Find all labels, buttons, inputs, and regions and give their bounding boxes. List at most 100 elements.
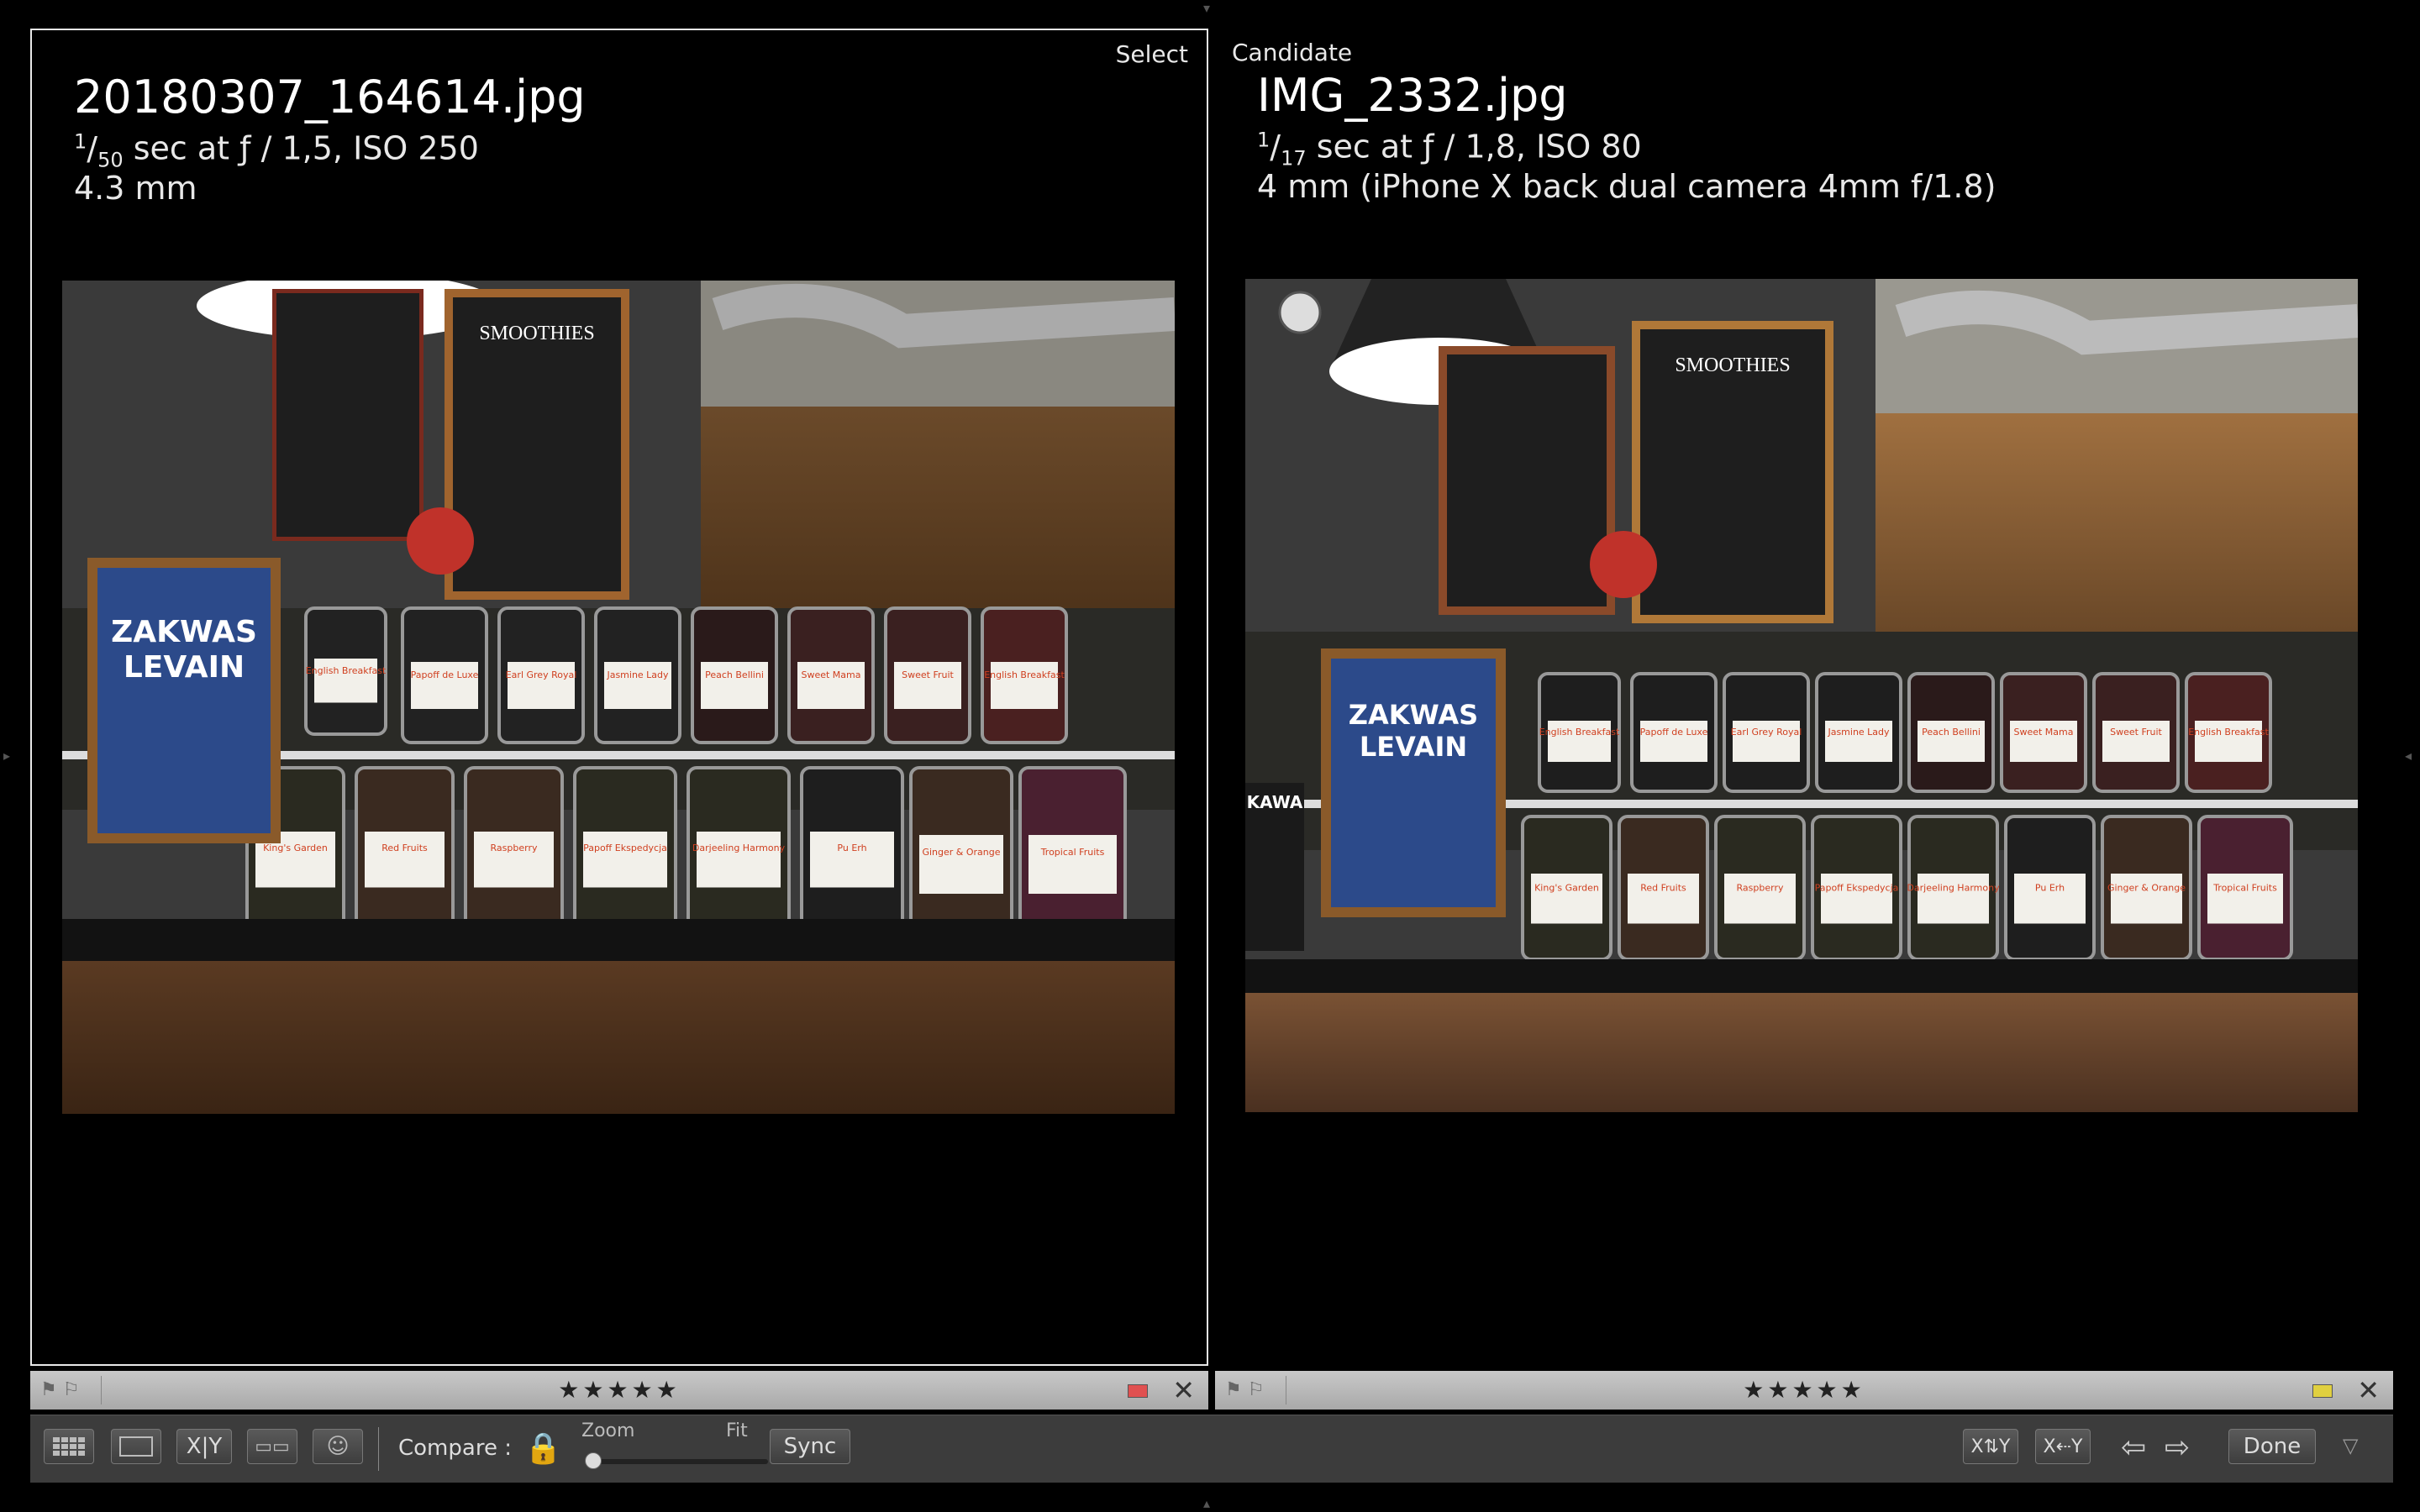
candidate-close-icon[interactable]: ✕ [2357, 1374, 2380, 1406]
candidate-role-label: Candidate [1232, 39, 1353, 66]
jar-label-bg [1028, 835, 1117, 894]
swap-icon: X⇅Y [1970, 1436, 2011, 1457]
jar-label-text: Papoff de Luxe [411, 669, 479, 680]
lock-icon[interactable]: 🔒 [524, 1431, 562, 1466]
jar-label-bg [365, 832, 445, 888]
select-status-divider [101, 1376, 102, 1404]
select-exposure-den: 50 [97, 148, 124, 172]
left-menu-title: SMOOTHIES [479, 323, 594, 344]
jar-label-bg [583, 832, 667, 888]
select-focal-length: 4.3 mm [74, 170, 197, 207]
zoom-slider-knob[interactable] [585, 1452, 602, 1469]
jar-label-text: English Breakfast [1539, 727, 1620, 738]
grid-view-button[interactable] [44, 1429, 94, 1464]
right-menu-title: SMOOTHIES [1675, 354, 1790, 376]
right-sign-title: ZAKWAS [1349, 699, 1478, 731]
fit-label: Fit [726, 1420, 748, 1441]
candidate-photo-image: SMOOTHIES English Breakfast Papoff de Lux… [1245, 279, 2358, 1112]
jar-label-text: Peach Bellini [1922, 727, 1981, 738]
select-status-bar: ⚑ ⚐ ★★★★★ ✕ [30, 1371, 1208, 1410]
jar-label-text: Sweet Fruit [902, 669, 954, 680]
next-arrow-icon[interactable]: ⇨ [2165, 1431, 2190, 1465]
candidate-exposure-den: 17 [1281, 146, 1307, 171]
candidate-focal-length: 4 mm (iPhone X back dual camera 4mm f/1.… [1257, 168, 1996, 205]
candidate-color-label[interactable] [2312, 1384, 2333, 1398]
jar-label-text: Pu Erh [2035, 882, 2065, 893]
top-panel-toggle-icon[interactable]: ▾ [1203, 0, 1210, 16]
select-exposure: 1/50 sec at ƒ / 1,5, ISO 250 [74, 129, 479, 172]
jar-label-bg [2014, 874, 2086, 924]
select-color-label[interactable] [1128, 1384, 1148, 1398]
jar-label-text: Raspberry [491, 843, 538, 853]
previous-arrow-icon[interactable]: ⇦ [2121, 1431, 2146, 1465]
jar-label-text: Papoff de Luxe [1640, 727, 1708, 738]
bottom-toolbar: X|Y ▭▭ ☺ Compare : 🔒 Zoom Fit Sync X⇅Y X… [30, 1415, 2393, 1483]
jar-label-text: English Breakfast [306, 665, 387, 676]
right-menu-board-1 [1447, 354, 1607, 606]
loupe-view-button[interactable] [111, 1429, 161, 1464]
jar-label-text: Sweet Mama [801, 669, 860, 680]
compare-view-button[interactable]: X|Y [176, 1429, 232, 1464]
candidate-status-bar: ⚑ ⚐ ★★★★★ ✕ [1215, 1371, 2393, 1410]
done-button[interactable]: Done [2228, 1429, 2316, 1464]
left-panel-toggle-icon[interactable]: ▸ [3, 748, 10, 764]
select-photo[interactable]: SMOOTHIES English Breakfast Papoff de Lux… [62, 281, 1175, 1114]
right-sign-subtitle: LEVAIN [1360, 731, 1467, 763]
select-pane[interactable]: Select 20180307_164614.jpg 1/50 sec at ƒ… [30, 29, 1208, 1366]
jar-label-text: Sweet Fruit [2110, 727, 2162, 738]
jar-label-text: Tropical Fruits [1040, 847, 1105, 858]
jar-label-text: Peach Bellini [705, 669, 764, 680]
select-star-rating[interactable]: ★★★★★ [558, 1376, 681, 1404]
jar-label-text: Red Fruits [1640, 882, 1686, 893]
jar-label-bg [810, 832, 894, 888]
make-select-button[interactable]: X⇠Y [2035, 1429, 2091, 1464]
candidate-star-rating[interactable]: ★★★★★ [1743, 1376, 1865, 1404]
jar-label-text: Jasmine Lady [1827, 727, 1890, 738]
jar-label-bg [1918, 874, 1989, 924]
jar-label-text: English Breakfast [984, 669, 1065, 680]
candidate-exposure-num: 1 [1257, 128, 1270, 151]
loupe-icon [119, 1436, 153, 1457]
jar-label-text: Papoff Ekspedycja [1815, 882, 1899, 893]
jar-label-bg [1821, 874, 1892, 924]
jar-label-text: Ginger & Orange [2107, 882, 2186, 893]
jar-label-text: Jasmine Lady [606, 669, 669, 680]
select-close-icon[interactable]: ✕ [1172, 1374, 1195, 1406]
jar-label-bg [919, 835, 1003, 894]
toolbar-divider [378, 1427, 379, 1471]
swap-button[interactable]: X⇅Y [1963, 1429, 2018, 1464]
people-view-button[interactable]: ☺ [313, 1429, 363, 1464]
jar-label-bg [1724, 874, 1796, 924]
survey-view-button[interactable]: ▭▭ [247, 1429, 297, 1464]
right-panel-toggle-icon[interactable]: ◂ [2405, 748, 2412, 764]
jar-label-text: Red Fruits [381, 843, 428, 853]
toolbar-options-icon[interactable]: ▽ [2343, 1434, 2358, 1457]
candidate-filename: IMG_2332.jpg [1257, 69, 1568, 122]
zoom-slider-track[interactable] [592, 1459, 768, 1464]
make-select-icon: X⇠Y [2043, 1436, 2083, 1457]
candidate-pane[interactable]: Candidate IMG_2332.jpg 1/17 sec at ƒ / 1… [1215, 29, 2395, 1366]
candidate-exposure: 1/17 sec at ƒ / 1,8, ISO 80 [1257, 128, 1642, 171]
candidate-photo[interactable]: SMOOTHIES English Breakfast Papoff de Lux… [1245, 279, 2358, 1112]
candidate-flag-icons[interactable]: ⚑ ⚐ [1225, 1379, 1264, 1400]
compare-label: Compare : [398, 1436, 512, 1461]
jar-label-text: Tropical Fruits [2212, 882, 2277, 893]
jar-label-text: Sweet Mama [2013, 727, 2073, 738]
jar-label-bg [2207, 874, 2283, 924]
jar-label-bg [2111, 874, 2182, 924]
select-filename: 20180307_164614.jpg [74, 71, 586, 123]
right-kawa-board: KAWA [1247, 792, 1303, 812]
left-sign-subtitle: LEVAIN [124, 650, 245, 685]
jar-label-bg [1628, 874, 1699, 924]
select-flag-icons[interactable]: ⚑ ⚐ [40, 1379, 79, 1400]
jar-label-text: King's Garden [263, 843, 328, 853]
jar-label-text: Ginger & Orange [922, 847, 1000, 858]
jar-label-bg [697, 832, 781, 888]
left-sign [97, 568, 271, 833]
jar-label-text: Earl Grey Royal [1731, 727, 1802, 738]
sync-button[interactable]: Sync [770, 1429, 850, 1464]
jar-label-text: Darjeeling Harmony [692, 843, 786, 853]
jar-label-text: Darjeeling Harmony [1907, 882, 2000, 893]
bottom-panel-toggle-icon[interactable]: ▴ [1203, 1495, 1210, 1511]
left-sign-title: ZAKWAS [111, 615, 257, 649]
